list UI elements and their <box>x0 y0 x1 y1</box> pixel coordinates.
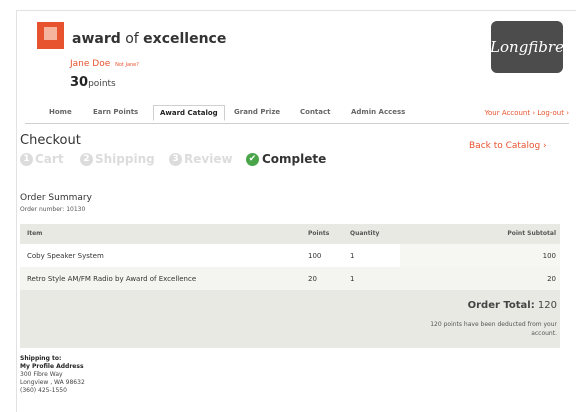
tab-admin-access[interactable]: Admin Access <box>351 108 405 116</box>
order-total-value: 120 <box>537 300 557 311</box>
points-value: 30 <box>70 75 89 90</box>
table-header: Item Points Quantity Point Subtotal <box>20 224 560 244</box>
row-subtotal: 20 <box>547 275 556 283</box>
order-total-label: Order Total: <box>467 300 535 311</box>
step-shipping-number: 2 <box>80 152 93 166</box>
account-links[interactable]: Your Account › Log-out › <box>485 109 569 117</box>
step-review: 3 Review <box>169 152 233 166</box>
tab-home[interactable]: Home <box>49 108 72 116</box>
not-you-link[interactable]: Not Jane? <box>115 62 139 68</box>
longfibre-logo: Longfibre <box>490 21 564 73</box>
order-number: Order number: 10130 <box>20 206 86 213</box>
step-complete-label: Complete <box>262 152 327 166</box>
check-icon: ✔ <box>246 152 259 166</box>
step-review-label: Review <box>184 152 233 166</box>
award-logo-icon[interactable] <box>37 22 64 49</box>
longfibre-logo-text: Longfibre <box>490 38 564 56</box>
row-item[interactable]: Retro Style AM/FM Radio by Award of Exce… <box>27 275 196 283</box>
brand-name[interactable]: award of excellence <box>72 31 226 47</box>
step-review-number: 3 <box>169 152 182 166</box>
shipping-address: Shipping to: My Profile Address 300 Fibr… <box>20 355 85 395</box>
user-name-line: Jane Doe Not Jane? <box>70 59 139 69</box>
tab-award-catalog[interactable]: Award Catalog <box>153 105 225 121</box>
row-quantity: 1 <box>350 275 355 283</box>
table-row: Retro Style AM/FM Radio by Award of Exce… <box>20 267 560 290</box>
main-nav: Home Earn Points Award Catalog Grand Pri… <box>25 103 569 124</box>
shipping-city: Longview , WA 98632 <box>20 379 85 386</box>
back-to-catalog-link[interactable]: Back to Catalog › <box>469 141 547 151</box>
brand-of: of <box>125 31 139 47</box>
table-row: Coby Speaker System 100 1 100 <box>20 244 560 267</box>
shipping-heading: Shipping to: <box>20 355 62 362</box>
order-total-box: Order Total: 120 120 points have been de… <box>20 290 560 348</box>
points-label: points <box>88 79 116 89</box>
col-quantity: Quantity <box>350 230 380 237</box>
step-cart: 1 Cart <box>20 152 64 166</box>
user-name: Jane Doe <box>70 59 111 69</box>
row-quantity: 1 <box>350 252 355 260</box>
shipping-phone: (360) 425-1550 <box>20 387 67 394</box>
tab-contact[interactable]: Contact <box>300 108 331 116</box>
page-container: award of excellence Jane Doe Not Jane? 3… <box>16 10 576 412</box>
page-title: Checkout <box>20 133 81 148</box>
order-total: Order Total: 120 <box>468 300 557 311</box>
step-shipping-label: Shipping <box>95 152 155 166</box>
tab-earn-points[interactable]: Earn Points <box>93 108 138 116</box>
brand-award: award <box>72 31 121 47</box>
col-points: Points <box>308 230 330 237</box>
step-shipping: 2 Shipping <box>80 152 155 166</box>
shipping-street: 300 Fibre Way <box>20 371 63 378</box>
order-table: Item Points Quantity Point Subtotal Coby… <box>20 224 560 348</box>
shipping-address-name: My Profile Address <box>20 363 84 370</box>
row-points: 20 <box>308 275 317 283</box>
row-points: 100 <box>308 252 322 260</box>
step-cart-number: 1 <box>20 152 33 166</box>
col-subtotal: Point Subtotal <box>507 230 556 237</box>
order-summary-title: Order Summary <box>20 193 92 203</box>
tab-grand-prize[interactable]: Grand Prize <box>234 108 280 116</box>
row-subtotal: 100 <box>542 252 556 260</box>
row-item[interactable]: Coby Speaker System <box>27 252 104 260</box>
points-deducted-note: 120 points have been deducted from your … <box>430 321 557 337</box>
points-balance: 30points <box>70 71 116 90</box>
step-cart-label: Cart <box>35 152 64 166</box>
step-complete: ✔ Complete <box>246 152 326 166</box>
brand-excellence: excellence <box>143 31 227 47</box>
col-item: Item <box>27 230 43 237</box>
